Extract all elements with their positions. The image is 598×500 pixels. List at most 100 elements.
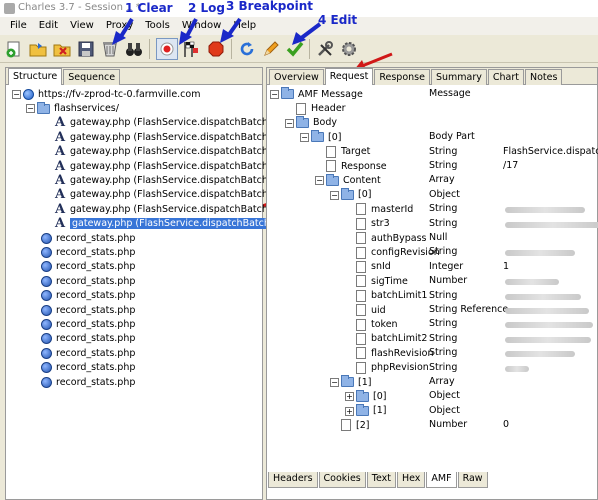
tree-record-row[interactable]: record_stats.php (41, 317, 135, 331)
request-view-tabs: Headers Cookies Text Hex AMF Raw (268, 472, 489, 488)
amf-expander[interactable]: − (330, 378, 339, 387)
amf-type: Array (429, 376, 455, 387)
document-icon (356, 260, 366, 273)
tree-record-row[interactable]: record_stats.php (41, 231, 135, 245)
tab-sequence[interactable]: Sequence (63, 69, 121, 85)
tree-record-row[interactable]: record_stats.php (41, 346, 135, 360)
amf-row[interactable]: flashRevision (356, 346, 433, 360)
tab-request[interactable]: Request (324, 68, 374, 85)
amf-name: [0] (373, 391, 387, 403)
amf-type: Body Part (429, 131, 475, 143)
amf-row[interactable]: masterId (356, 202, 413, 216)
folder-icon (341, 187, 354, 200)
amf-request-icon: A (55, 187, 66, 203)
document-icon (356, 275, 366, 288)
host-expander[interactable]: − (12, 90, 21, 99)
tab-response[interactable]: Response (374, 69, 430, 85)
amf-expander[interactable]: + (345, 406, 354, 416)
amf-row[interactable]: authBypass (356, 231, 426, 245)
tab-raw[interactable]: Raw (457, 472, 488, 488)
amf-expander[interactable]: − (330, 190, 339, 200)
amf-row[interactable]: uid (356, 303, 386, 317)
amf-row[interactable]: sigTime (356, 274, 408, 288)
amf-row[interactable]: [1] (356, 403, 386, 418)
amf-expander[interactable]: − (315, 176, 324, 186)
tree-gateway-row[interactable]: Agateway.php (FlashService.dispatchBatch… (55, 159, 272, 173)
amf-row[interactable]: [0] (356, 389, 386, 403)
amf-name: token (371, 319, 398, 331)
tree-record-row[interactable]: record_stats.php (41, 245, 135, 259)
amf-expander[interactable]: − (270, 90, 279, 99)
gateway-label: gateway.php (FlashService.dispatchBatch) (70, 146, 272, 158)
amf-row[interactable]: [0] (341, 187, 371, 202)
document-icon (356, 361, 366, 374)
amf-name: [1] (358, 376, 372, 388)
folder-icon (296, 115, 309, 128)
tab-summary[interactable]: Summary (430, 69, 487, 85)
tab-amf[interactable]: AMF (426, 472, 457, 488)
tab-overview[interactable]: Overview (269, 69, 324, 85)
tree-gateway-row[interactable]: Agateway.php (FlashService.dispatchBatch… (55, 130, 272, 144)
amf-name: batchLimit2 (371, 333, 428, 345)
amf-name: authBypass (371, 232, 427, 244)
record-label: record_stats.php (56, 362, 136, 374)
tree-gateway-row[interactable]: Agateway.php (FlashService.dispatchBatch… (55, 188, 272, 202)
tab-headers[interactable]: Headers (268, 472, 318, 488)
tree-gateway-row[interactable]: Agateway.php (FlashService.dispatchBatch… (55, 116, 272, 130)
tree-gateway-row[interactable]: Agateway.php (FlashService.dispatchBatch… (55, 173, 272, 187)
amf-row[interactable]: Response (326, 159, 387, 173)
tree-record-row[interactable]: record_stats.php (41, 260, 135, 274)
host-label: https://fv-zprod-tc-0.farmville.com (38, 88, 201, 100)
tab-notes[interactable]: Notes (525, 69, 563, 85)
amf-row[interactable]: [0] (311, 130, 341, 144)
document-icon (356, 332, 366, 345)
tree-record-row[interactable]: record_stats.php (41, 274, 135, 288)
gateway-label: gateway.php (FlashService.dispatchBatch) (70, 175, 272, 187)
gateway-label: gateway.php (FlashService.dispatchBatch) (70, 203, 272, 215)
amf-row[interactable]: snId (356, 260, 391, 274)
tree-folder-row[interactable]: flashservices/ (37, 101, 119, 115)
folder-expander[interactable]: − (26, 104, 35, 114)
tab-text[interactable]: Text (366, 472, 396, 488)
amf-row[interactable]: Header (296, 101, 346, 115)
amf-expander[interactable]: + (345, 392, 354, 402)
amf-row[interactable]: phpRevision (356, 361, 429, 375)
amf-expander[interactable]: − (300, 133, 309, 143)
tree-host-row[interactable]: https://fv-zprod-tc-0.farmville.com (23, 87, 200, 101)
amf-row[interactable]: Content (326, 173, 381, 187)
tree-record-row[interactable]: record_stats.php (41, 375, 135, 389)
amf-name: snId (371, 261, 391, 273)
gateway-label: gateway.php (FlashService.dispatchBatch) (70, 131, 272, 143)
request-icon (41, 261, 52, 273)
amf-name: str3 (371, 218, 390, 230)
amf-row[interactable]: token (356, 317, 398, 331)
amf-row[interactable]: batchLimit2 (356, 332, 427, 346)
tab-hex[interactable]: Hex (396, 472, 426, 488)
document-icon (356, 347, 366, 360)
amf-request-icon: A (55, 129, 66, 145)
amf-row[interactable]: [2] (341, 418, 369, 432)
gateway-label: gateway.php (FlashService.dispatchBatch) (70, 160, 272, 172)
tab-cookies[interactable]: Cookies (318, 472, 366, 488)
tab-structure[interactable]: Structure (8, 68, 63, 85)
amf-expander[interactable]: − (285, 118, 294, 128)
tree-record-row[interactable]: record_stats.php (41, 332, 135, 346)
amf-row[interactable]: batchLimit1 (356, 289, 427, 303)
document-icon (341, 419, 351, 432)
amf-name: sigTime (371, 275, 408, 287)
amf-row[interactable]: str3 (356, 217, 390, 231)
tree-record-row[interactable]: record_stats.php (41, 361, 135, 375)
amf-row[interactable]: Target (326, 145, 370, 159)
amf-row[interactable]: Body (296, 115, 337, 130)
amf-row[interactable]: configRevision (356, 245, 440, 259)
tree-record-row[interactable]: record_stats.php (41, 303, 135, 317)
amf-row[interactable]: [1] (341, 375, 371, 389)
tree-gateway-row[interactable]: Agateway.php (FlashService.dispatchBatch… (55, 217, 276, 231)
amf-type: Object (429, 390, 460, 402)
tree-gateway-row[interactable]: Agateway.php (FlashService.dispatchBatch… (55, 202, 272, 216)
tree-gateway-row[interactable]: Agateway.php (FlashService.dispatchBatch… (55, 145, 272, 159)
amf-row[interactable]: AMF Message (281, 87, 363, 101)
amf-type: String (429, 347, 458, 359)
tree-record-row[interactable]: record_stats.php (41, 289, 135, 303)
tab-chart[interactable]: Chart (487, 69, 524, 85)
